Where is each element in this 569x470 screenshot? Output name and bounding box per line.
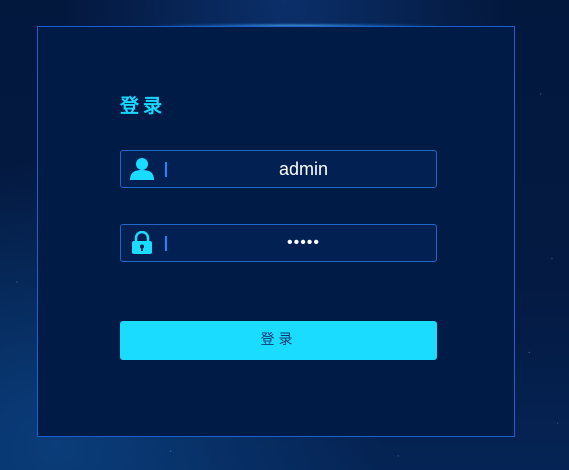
login-panel: 登录 admin ••••• 登录: [37, 26, 515, 437]
user-icon: [129, 157, 155, 181]
username-field[interactable]: admin: [120, 150, 437, 188]
password-field[interactable]: •••••: [120, 224, 437, 262]
field-separator: [165, 236, 167, 251]
field-separator: [165, 162, 167, 177]
password-input[interactable]: •••••: [171, 225, 436, 261]
username-input[interactable]: admin: [171, 151, 436, 187]
lock-icon: [129, 230, 155, 255]
login-title: 登录: [120, 95, 167, 117]
login-button[interactable]: 登录: [120, 321, 437, 360]
